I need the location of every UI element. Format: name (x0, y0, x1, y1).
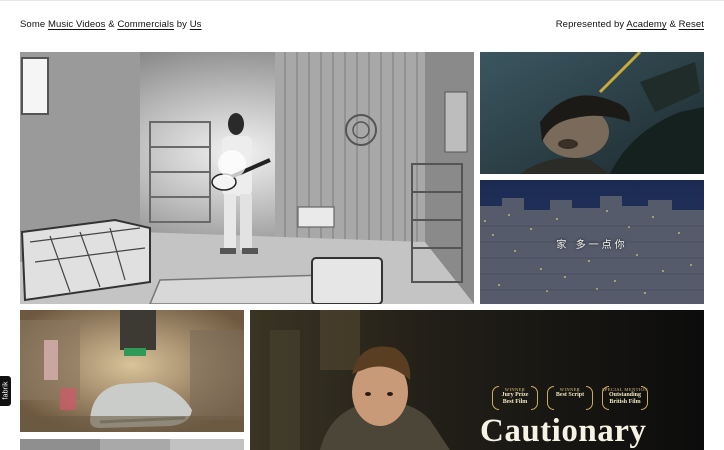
top-rule (0, 0, 724, 1)
laurel-leaf-left-icon (602, 386, 609, 410)
header: Some Music Videos & Commercials by Us Re… (20, 18, 704, 32)
man-looking-up-image (480, 52, 704, 174)
us-link[interactable]: Us (190, 19, 202, 30)
laurel-leaf-left-icon (492, 386, 499, 410)
laurel-leaf-left-icon (547, 386, 554, 410)
film-title: Cautionary (480, 413, 647, 449)
video-tile-cautionary[interactable]: WINNER Jury Prize Best Film WINNER Best … (250, 310, 704, 450)
video-tile-portrait[interactable] (480, 52, 704, 174)
next-row-image (20, 439, 244, 450)
laurel-leaf-right-icon (586, 386, 593, 410)
video-tile-guitarist[interactable] (20, 52, 474, 304)
header-representation: Represented by Academy & Reset (556, 18, 704, 32)
laurel-leaf-right-icon (641, 386, 648, 410)
laurel-outstanding-british: SPECIAL MENTION Outstanding British Film (600, 383, 650, 413)
laurel-best-script: WINNER Best Script (545, 383, 595, 413)
commercials-link[interactable]: Commercials (117, 19, 174, 30)
tagline-by: by (176, 19, 187, 30)
side-tab-label: fabrik (2, 381, 10, 400)
tagline-ampersand: & (108, 19, 115, 30)
header-tagline: Some Music Videos & Commercials by Us (20, 18, 202, 32)
sneaker-room-image (20, 310, 244, 432)
award-laurels: WINNER Jury Prize Best Film WINNER Best … (490, 383, 650, 413)
represented-by-text: Represented by (555, 19, 625, 30)
tagline-prefix: Some (20, 19, 46, 30)
laurel-leaf-right-icon (531, 386, 538, 410)
page: Some Music Videos & Commercials by Us Re… (0, 0, 724, 450)
academy-link[interactable]: Academy (626, 19, 666, 30)
laurel-jury-prize: WINNER Jury Prize Best Film (490, 383, 540, 413)
city-caption: 家 多一点你 (556, 240, 628, 251)
fabrik-side-tab[interactable]: fabrik (0, 376, 11, 406)
music-videos-link[interactable]: Music Videos (48, 19, 106, 30)
guitarist-room-image (20, 52, 474, 304)
representation-ampersand: & (669, 19, 676, 30)
video-tile-next-row[interactable] (20, 439, 244, 450)
video-tile-city[interactable]: 家 多一点你 (480, 180, 704, 304)
reset-link[interactable]: Reset (679, 19, 704, 30)
video-tile-sneaker[interactable] (20, 310, 244, 432)
